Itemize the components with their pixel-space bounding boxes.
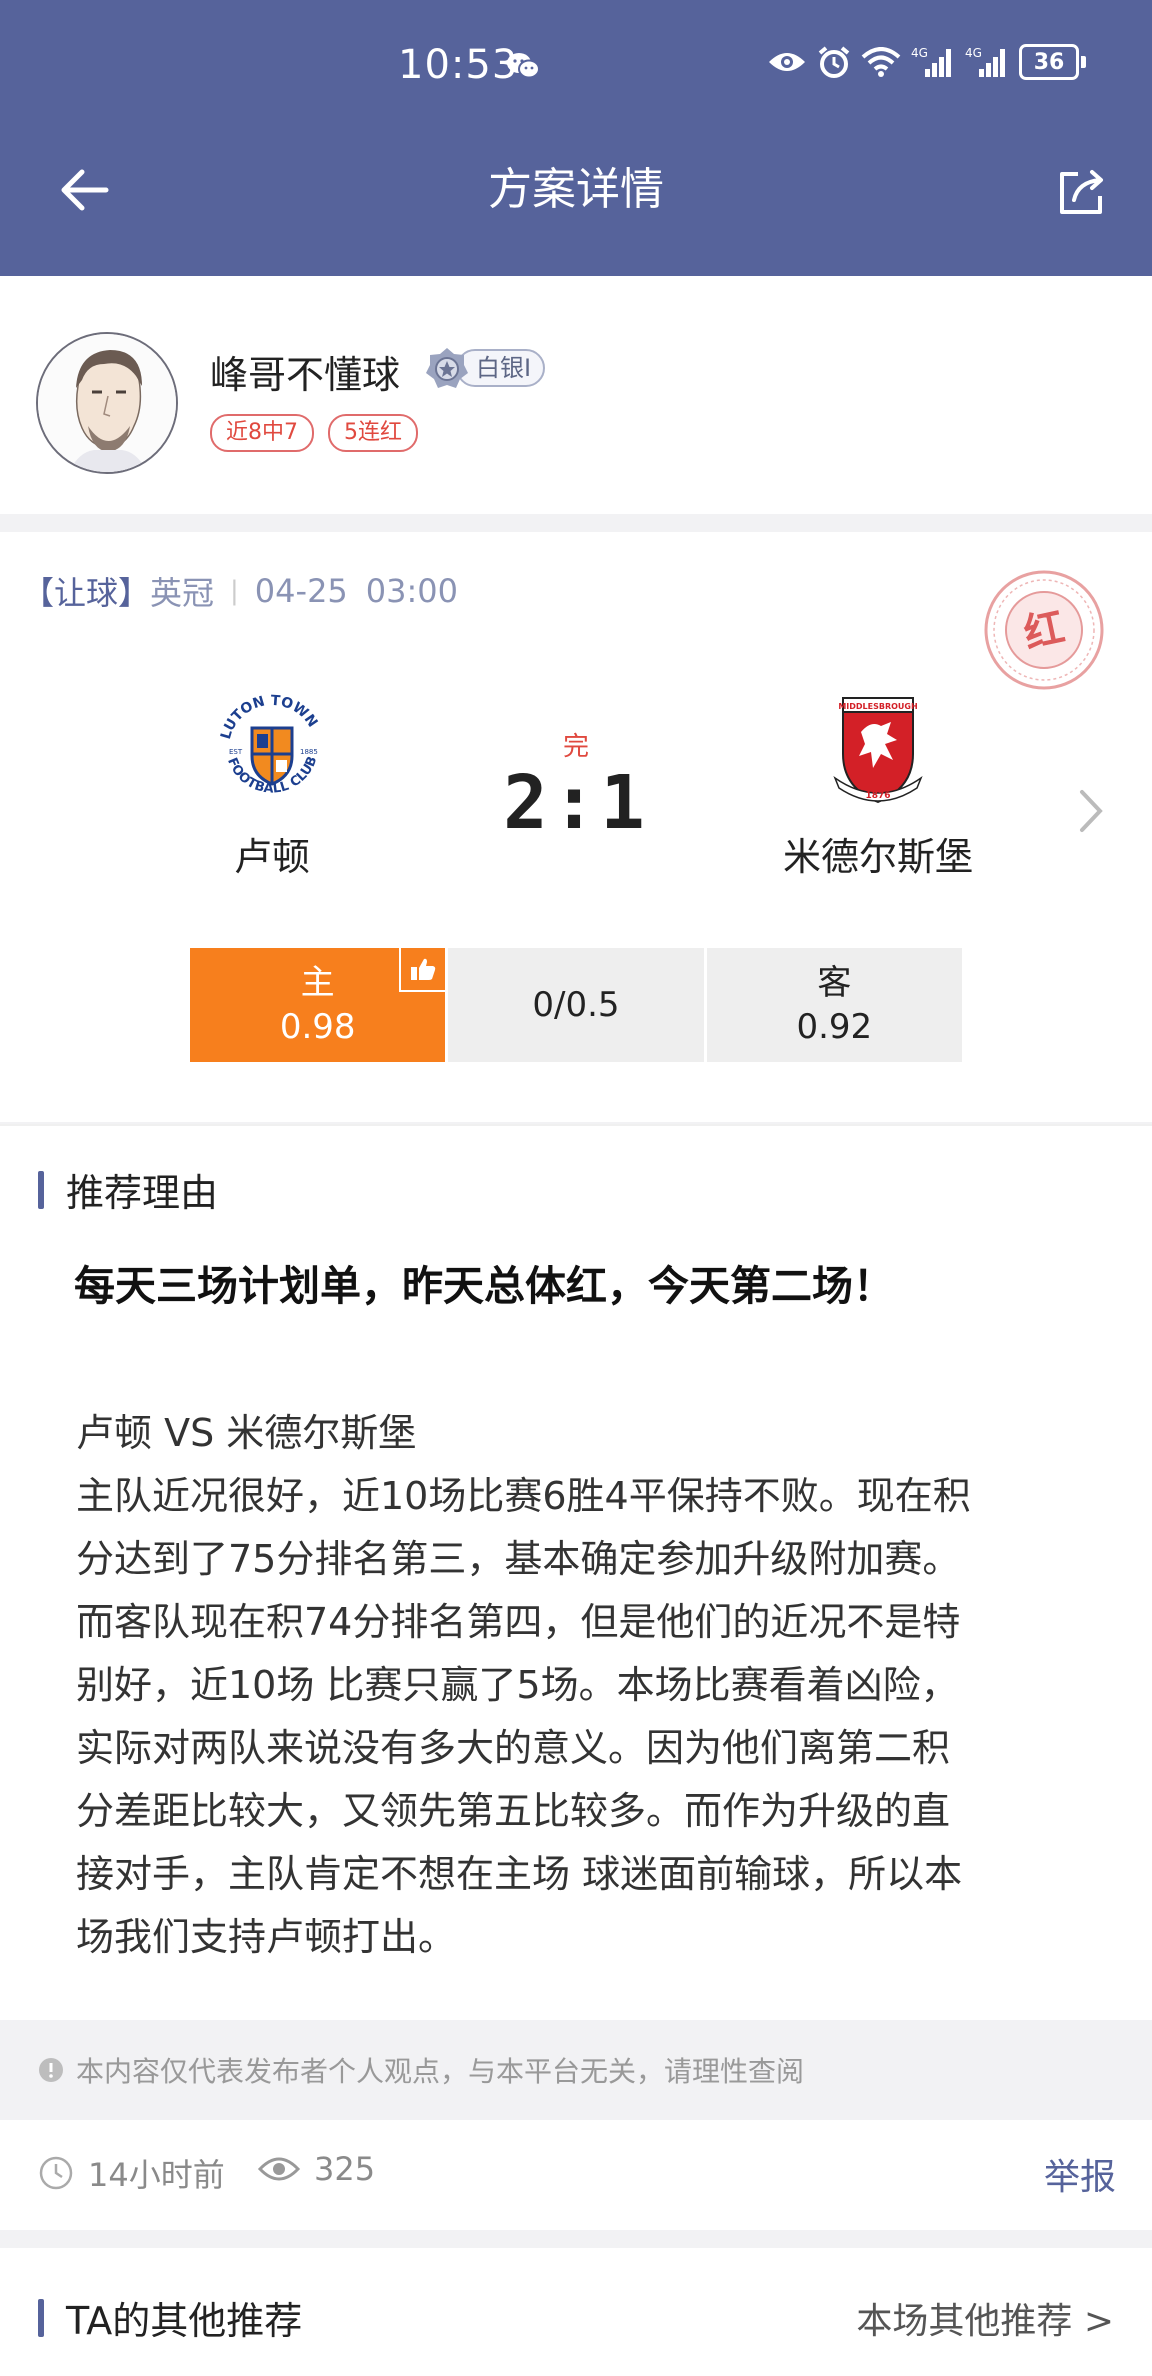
other-section-title: TA的其他推荐 (38, 2290, 302, 2345)
reason-headline: 每天三场计划单，昨天总体红，今天第二场！ (74, 1262, 894, 1310)
match-date: 04-25 (254, 572, 348, 610)
odds-handicap: 0/0.5 (448, 948, 704, 1062)
status-bar: 10:53 4G 4G 36 (0, 0, 1152, 130)
battery-level: 36 (1033, 49, 1065, 75)
author-name[interactable]: 峰哥不懂球 (210, 344, 400, 399)
match-meta: 【让球】 英冠 | 04-25 03:00 (22, 568, 458, 614)
odds-away-option[interactable]: 客 0.92 (706, 948, 962, 1062)
author-tags: 近8中7 5连红 (210, 414, 418, 452)
svg-text:4G: 4G (911, 46, 928, 60)
match-card: 【让球】 英冠 | 04-25 03:00 红 LUTON TOWN FOOTB… (0, 532, 1152, 1122)
eye-icon (258, 2157, 300, 2181)
level-badge: 白银I (424, 348, 546, 388)
svg-text:1876: 1876 (865, 791, 890, 801)
away-team[interactable]: MIDDLESBROUGH 1876 米德尔斯堡 (758, 684, 998, 881)
league-name: 英冠 (150, 574, 215, 612)
status-icons: 4G 4G 36 (767, 44, 1086, 80)
reason-line: 接对手，主队肯定不想在主场 球迷面前输球，所以本 (76, 1852, 963, 1896)
thumbs-up-icon (399, 948, 446, 992)
other-recommendations-link[interactable]: 本场其他推荐 > (856, 2292, 1114, 2344)
other-title-text: TA的其他推荐 (66, 2299, 303, 2343)
info-icon (39, 2058, 63, 2082)
reason-line: 而客队现在积74分排名第四，但是他们的近况不是特 (76, 1600, 961, 1644)
red-result-stamp: 红 (984, 570, 1104, 690)
reason-line: 分差距比较大，又领先第五比较多。而作为升级的直 (76, 1789, 951, 1833)
post-time: 14小时前 (38, 2150, 225, 2196)
view-count: 325 (258, 2150, 375, 2188)
streak-tag: 5连红 (328, 414, 418, 452)
battery-icon: 36 (1019, 44, 1086, 80)
signal-4g-icon: 4G (965, 46, 1005, 77)
page-title: 方案详情 (488, 164, 664, 215)
report-link[interactable]: 举报 (1044, 2148, 1116, 2200)
avatar-portrait (38, 334, 176, 472)
reason-title-text: 推荐理由 (66, 1171, 219, 1215)
share-icon[interactable] (1054, 166, 1108, 220)
odds-home-label: 主 (300, 963, 335, 1003)
chevron-right-icon[interactable] (1076, 786, 1106, 836)
reason-line: 场我们支持卢顿打出。 (76, 1915, 457, 1959)
status-time: 10:53 (398, 42, 519, 88)
other-recommendations: TA的其他推荐 本场其他推荐 > (0, 2248, 1152, 2376)
author-avatar[interactable] (36, 332, 178, 474)
reason-line: 分达到了75分排名第三，基本确定参加升级附加赛。 (76, 1537, 961, 1581)
reason-section-title: 推荐理由 (38, 1162, 218, 1217)
post-time-text: 14小时前 (88, 2156, 225, 2194)
bet-type: 【让球】 (22, 574, 151, 612)
signal-4g-icon: 4G (911, 46, 951, 77)
wifi-icon (861, 47, 901, 77)
view-count-text: 325 (314, 2150, 376, 2188)
odds-home-option[interactable]: 主 0.98 (190, 948, 446, 1062)
disclaimer-text: 本内容仅代表发布者个人观点，与本平台无关，请理性查阅 (76, 2055, 805, 2088)
disclaimer: 本内容仅代表发布者个人观点，与本平台无关，请理性查阅 (0, 2020, 1152, 2120)
svg-text:MIDDLESBROUGH: MIDDLESBROUGH (838, 702, 917, 711)
post-stats: 14小时前 325 举报 (0, 2120, 1152, 2230)
eye-comfort-icon (769, 53, 805, 71)
clock-icon (39, 2156, 73, 2190)
reason-line: 卢顿 VS 米德尔斯堡 (76, 1411, 417, 1455)
odds-away-label: 客 (817, 963, 852, 1003)
match-time: 03:00 (365, 572, 458, 610)
middlesbrough-crest-icon: MIDDLESBROUGH 1876 (833, 697, 923, 804)
wechat-notification-icon (507, 53, 540, 79)
reason-body: 卢顿 VS 米德尔斯堡 主队近况很好，近10场比赛6胜4平保持不败。现在积 分达… (76, 1402, 1086, 1969)
odds-away-value: 0.92 (796, 1007, 873, 1047)
odds-home-value: 0.98 (279, 1007, 356, 1047)
odds-selector: 主 0.98 0/0.5 客 0.92 (190, 948, 962, 1062)
hit-rate-tag: 近8中7 (210, 414, 314, 452)
reason-line: 主队近况很好，近10场比赛6胜4平保持不败。现在积 (76, 1474, 971, 1518)
app-header: 10:53 4G 4G 36 方案详情 (0, 0, 1152, 276)
silver-medal-icon (426, 348, 468, 388)
away-team-name: 米德尔斯堡 (782, 835, 973, 879)
handicap-value: 0/0.5 (532, 985, 620, 1025)
reason-line: 实际对两队来说没有多大的意义。因为他们离第二积 (76, 1726, 951, 1770)
svg-text:4G: 4G (965, 46, 982, 60)
alarm-icon (818, 46, 850, 78)
recommendation-reason: 推荐理由 每天三场计划单，昨天总体红，今天第二场！ 卢顿 VS 米德尔斯堡 主队… (0, 1124, 1152, 2022)
author-card[interactable]: 峰哥不懂球 白银I 近8中7 5连红 (0, 276, 1152, 514)
reason-line: 别好，近10场 比赛只赢了5场。本场比赛看着凶险， (76, 1663, 959, 1707)
